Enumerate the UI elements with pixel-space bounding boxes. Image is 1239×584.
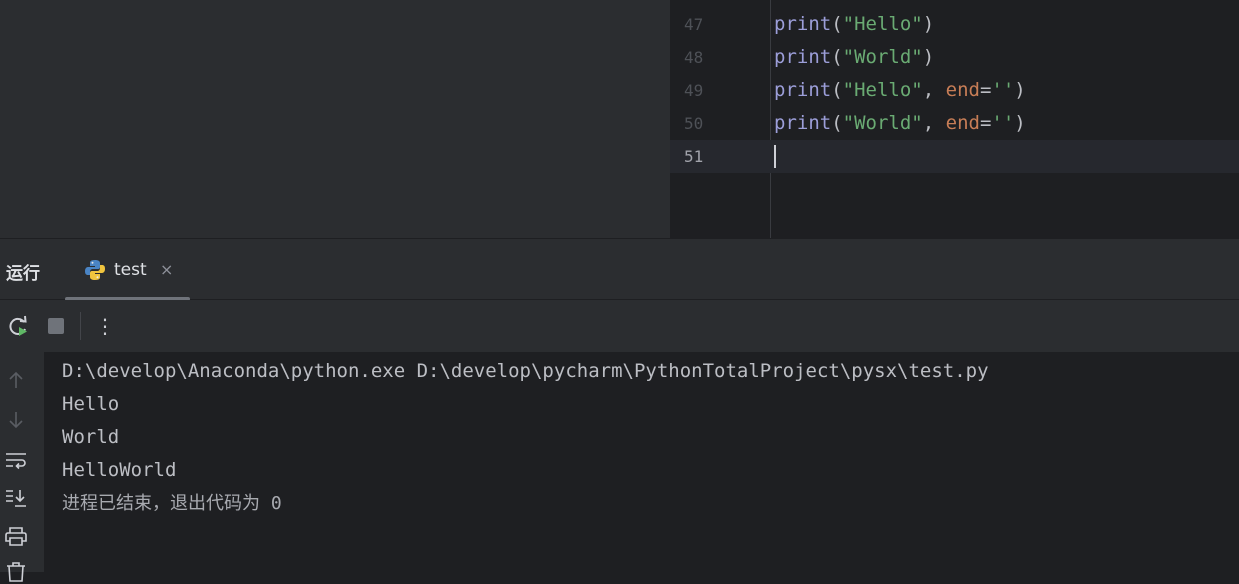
soft-wrap-icon[interactable] bbox=[4, 448, 28, 472]
line-number: 48 bbox=[684, 48, 704, 67]
toolbar-divider bbox=[80, 312, 81, 340]
console-side-toolbar bbox=[0, 352, 44, 582]
close-icon[interactable]: × bbox=[160, 260, 173, 279]
run-panel-title: 运行 bbox=[6, 264, 40, 284]
paren-open: ( bbox=[831, 79, 843, 101]
paren-close: ) bbox=[1014, 79, 1026, 101]
function-name: print bbox=[774, 112, 832, 134]
paren-close: ) bbox=[1014, 112, 1026, 134]
code-text[interactable]: print("Hello", end='') bbox=[774, 74, 1026, 107]
comma-separator: , bbox=[922, 79, 946, 101]
line-number: 50 bbox=[684, 114, 704, 133]
console-command-line: D:\develop\Anaconda\python.exe D:\develo… bbox=[62, 360, 989, 382]
code-line[interactable]: 50 print("World", end='') bbox=[670, 107, 1239, 140]
scroll-to-end-icon[interactable] bbox=[4, 486, 28, 510]
paren-close: ) bbox=[922, 13, 935, 35]
string-literal: "World" bbox=[842, 112, 923, 134]
paren-open: ( bbox=[831, 112, 843, 134]
code-line[interactable]: 48 print("World") bbox=[670, 41, 1239, 74]
line-number: 47 bbox=[684, 15, 704, 34]
stop-icon[interactable] bbox=[44, 314, 68, 338]
run-tab-test[interactable]: test × bbox=[78, 253, 190, 289]
code-line[interactable]: 49 print("Hello", end='') bbox=[670, 74, 1239, 107]
string-literal: "Hello" bbox=[842, 13, 923, 35]
console-output-line: World bbox=[62, 426, 120, 448]
keyword-arg: end bbox=[945, 79, 980, 101]
clear-icon[interactable] bbox=[4, 560, 28, 584]
print-icon[interactable] bbox=[4, 524, 28, 548]
equals-sign: = bbox=[979, 79, 992, 101]
code-text[interactable]: print("Hello") bbox=[774, 8, 934, 41]
string-literal: "Hello" bbox=[842, 79, 923, 101]
run-toolbar: ⋮ bbox=[0, 300, 1239, 352]
run-tool-header: 运行 test × bbox=[0, 238, 1239, 301]
code-text[interactable]: print("World", end='') bbox=[774, 107, 1026, 140]
rerun-icon[interactable] bbox=[6, 314, 30, 338]
project-panel-area bbox=[0, 0, 670, 238]
console-output-line: Hello bbox=[62, 393, 120, 415]
paren-open: ( bbox=[831, 13, 843, 35]
tab-label: test bbox=[114, 260, 147, 280]
code-text[interactable]: print("World") bbox=[774, 41, 934, 74]
console-output-line: HelloWorld bbox=[62, 459, 177, 481]
python-icon bbox=[84, 259, 106, 281]
function-name: print bbox=[774, 79, 832, 101]
function-name: print bbox=[774, 13, 832, 35]
string-literal: '' bbox=[991, 79, 1015, 101]
string-literal: "World" bbox=[842, 46, 923, 68]
text-caret bbox=[774, 145, 776, 168]
code-editor[interactable]: 47 print("Hello") 48 print("World") 49 p… bbox=[670, 0, 1239, 238]
line-number: 51 bbox=[684, 147, 704, 166]
console-output[interactable]: D:\develop\Anaconda\python.exe D:\develo… bbox=[44, 352, 1239, 572]
string-literal: '' bbox=[991, 112, 1015, 134]
scroll-up-icon[interactable] bbox=[4, 368, 28, 392]
process-exit-message: 进程已结束，退出代码为 0 bbox=[62, 493, 282, 514]
keyword-arg: end bbox=[945, 112, 980, 134]
more-options-icon[interactable]: ⋮ bbox=[93, 314, 117, 338]
comma-separator: , bbox=[922, 112, 946, 134]
scroll-down-icon[interactable] bbox=[4, 408, 28, 432]
paren-close: ) bbox=[922, 46, 935, 68]
function-name: print bbox=[774, 46, 832, 68]
current-code-line[interactable]: 51 bbox=[670, 140, 1239, 173]
code-line[interactable]: 47 print("Hello") bbox=[670, 8, 1239, 41]
paren-open: ( bbox=[831, 46, 843, 68]
equals-sign: = bbox=[979, 112, 992, 134]
line-number: 49 bbox=[684, 81, 704, 100]
